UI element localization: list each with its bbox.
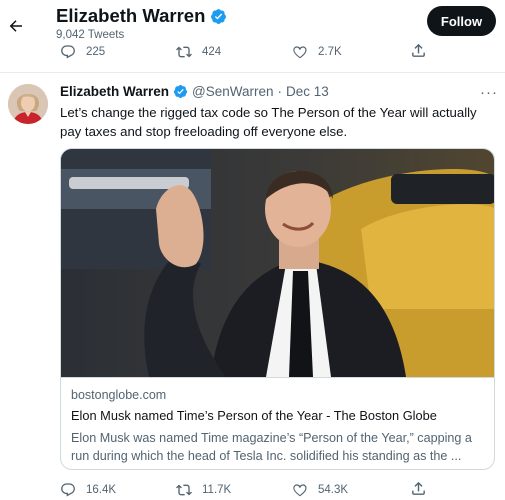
top-like-action[interactable]: 2.7K: [292, 44, 342, 60]
like-count: 54.3K: [318, 484, 349, 496]
top-share-action[interactable]: [410, 42, 427, 59]
top-like-count: 2.7K: [318, 46, 342, 58]
retweet-icon: [176, 46, 192, 58]
like-action[interactable]: 54.3K: [292, 482, 348, 498]
more-options-button[interactable]: ···: [480, 84, 498, 101]
top-retweet-count: 424: [202, 46, 222, 58]
share-action[interactable]: [410, 480, 427, 497]
tweet-dot-separator: ·: [277, 84, 283, 99]
profile-header: Elizabeth Warren 9,042 Tweets Follow 225…: [0, 0, 505, 72]
verified-badge-icon: [211, 8, 227, 24]
verified-badge-icon: [173, 84, 188, 99]
top-reply-action[interactable]: 225: [60, 44, 105, 60]
reply-action[interactable]: 16.4K: [60, 482, 116, 498]
top-action-bar: 225 424 2.7K: [0, 40, 505, 66]
avatar-photo: [8, 84, 48, 124]
card-body: bostonglobe.com Elon Musk named Time’s P…: [61, 377, 494, 469]
tweet-text: Let’s change the rigged tax code so The …: [60, 105, 477, 139]
retweet-action[interactable]: 11.7K: [176, 482, 231, 498]
heart-icon: [293, 46, 307, 59]
header-divider: [0, 72, 505, 73]
card-domain: bostonglobe.com: [71, 388, 167, 402]
follow-button[interactable]: Follow: [427, 6, 496, 36]
back-button[interactable]: [2, 12, 30, 40]
share-icon: [412, 43, 425, 57]
arrow-left-icon: [9, 20, 22, 32]
profile-name: Elizabeth Warren: [56, 5, 227, 27]
tweet-header: Elizabeth Warren @SenWarren · Dec 13: [60, 84, 329, 99]
share-icon: [412, 481, 425, 495]
reply-icon: [61, 45, 75, 59]
card-description: Elon Musk was named Time magazine’s “Per…: [71, 431, 472, 463]
retweet-icon: [176, 484, 192, 496]
retweet-count: 11.7K: [202, 484, 232, 496]
profile-name-text: Elizabeth Warren: [56, 5, 206, 26]
avatar[interactable]: [8, 84, 48, 124]
tweet-action-bar: 16.4K 11.7K 54.3K: [0, 480, 505, 500]
tweet-handle[interactable]: @SenWarren: [192, 84, 273, 99]
top-reply-count: 225: [86, 46, 106, 58]
reply-icon: [61, 483, 75, 497]
tweet-date[interactable]: Dec 13: [286, 84, 329, 99]
top-retweet-action[interactable]: 424: [176, 44, 221, 60]
card-image: [61, 149, 494, 377]
heart-icon: [293, 484, 307, 497]
reply-count: 16.4K: [86, 484, 117, 496]
card-title: Elon Musk named Time’s Person of the Yea…: [71, 408, 437, 423]
link-card[interactable]: bostonglobe.com Elon Musk named Time’s P…: [60, 148, 495, 470]
tweet-author-name[interactable]: Elizabeth Warren: [60, 84, 169, 99]
